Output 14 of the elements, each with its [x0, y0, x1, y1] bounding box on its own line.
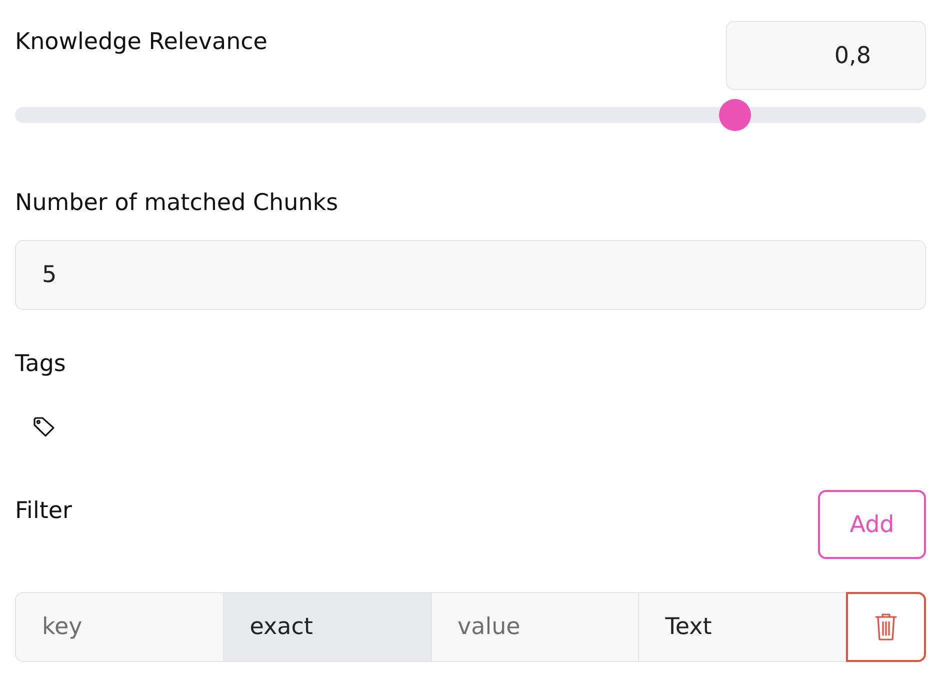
slider-track[interactable]: [15, 99, 926, 131]
field-label: Knowledge Relevance: [15, 28, 268, 56]
tag-icon[interactable]: [33, 417, 55, 437]
field-label: Filter: [15, 497, 72, 525]
number-input[interactable]: 0,8: [726, 21, 926, 90]
trash-icon: [875, 613, 897, 641]
delete-button[interactable]: [846, 592, 926, 662]
dropdown-field[interactable]: Text: [638, 592, 846, 662]
field-label: Tags: [15, 350, 67, 378]
input-field[interactable]: key: [15, 592, 223, 662]
slider-thumb[interactable]: [718, 99, 751, 131]
field-label: Number of matched Chunks: [15, 189, 340, 217]
number-input[interactable]: 5: [15, 240, 926, 310]
input-field[interactable]: value: [430, 592, 638, 662]
